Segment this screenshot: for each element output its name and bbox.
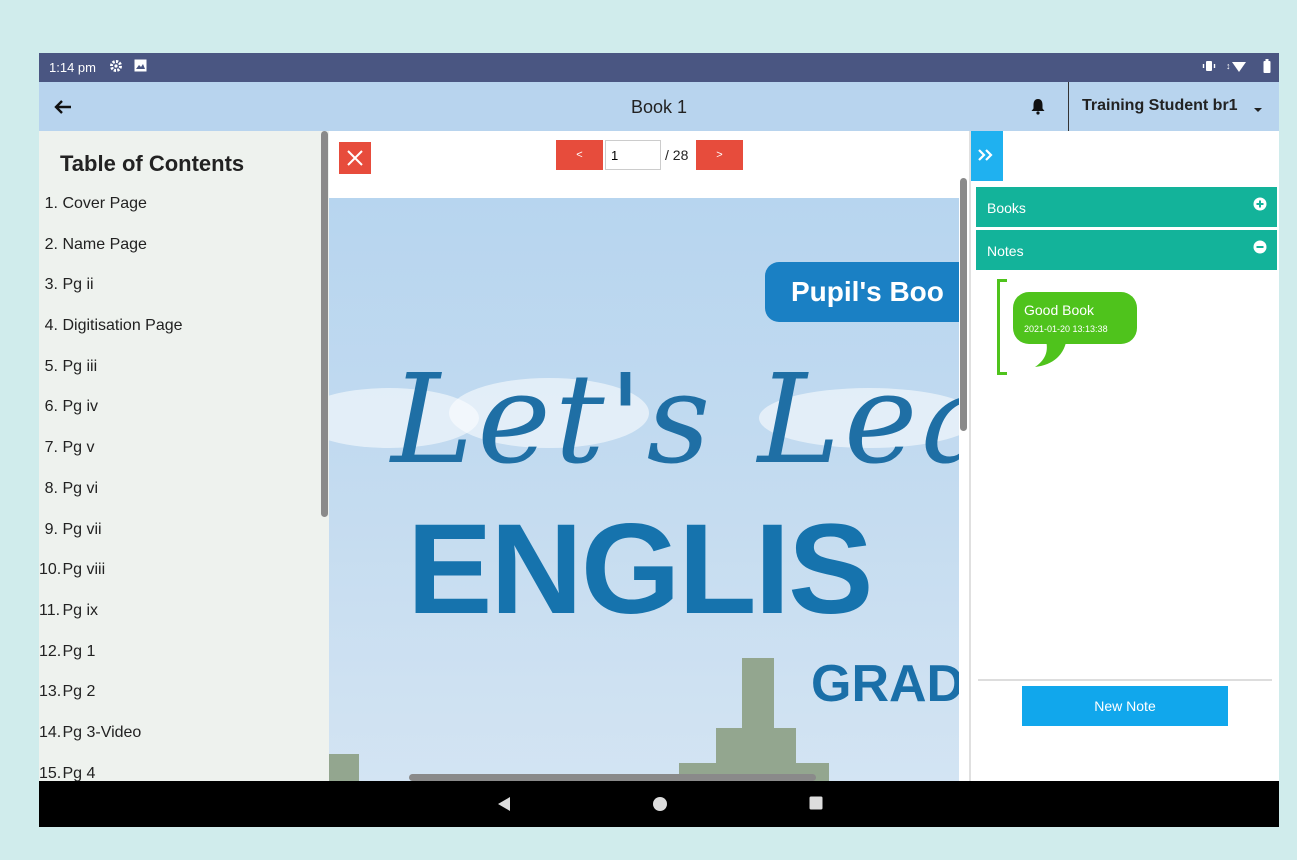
vibrate-icon bbox=[1202, 59, 1216, 76]
settings-notification-icon bbox=[109, 59, 123, 76]
toc-item[interactable]: 6. Pg iv bbox=[39, 398, 183, 439]
speech-bubble-tail bbox=[1035, 337, 1067, 367]
app-bar-divider bbox=[1068, 82, 1069, 131]
status-time: 1:14 pm bbox=[49, 60, 96, 75]
toc-scrollbar[interactable] bbox=[321, 131, 328, 517]
close-button[interactable] bbox=[339, 142, 371, 174]
collapse-panel-button[interactable] bbox=[971, 131, 1003, 181]
building-shape bbox=[329, 754, 359, 781]
note-date: 2021-01-20 13:13:38 bbox=[1024, 324, 1108, 334]
toc-item[interactable]: 12. Pg 1 bbox=[39, 643, 183, 684]
image-notification-icon bbox=[134, 59, 147, 75]
minus-circle-icon bbox=[1253, 240, 1267, 254]
next-page-button[interactable]: > bbox=[696, 140, 743, 170]
toc-item[interactable]: 7. Pg v bbox=[39, 439, 183, 480]
nav-recents-icon[interactable] bbox=[809, 796, 823, 815]
side-panel-divider bbox=[978, 679, 1272, 681]
viewer-vertical-scrollbar[interactable] bbox=[960, 178, 967, 431]
bell-icon[interactable] bbox=[1029, 97, 1047, 115]
toc-item[interactable]: 3. Pg ii bbox=[39, 276, 183, 317]
battery-icon bbox=[1263, 59, 1271, 76]
accordion-books[interactable]: Books bbox=[976, 187, 1277, 227]
svg-text:↕: ↕ bbox=[1226, 61, 1231, 71]
book-grade-label: GRAD bbox=[811, 655, 959, 713]
page-total: / 28 bbox=[665, 147, 689, 163]
toc-heading: Table of Contents bbox=[60, 151, 245, 176]
app-bar: Book 1 Training Student br1 bbox=[39, 82, 1279, 131]
accordion-notes-label: Notes bbox=[987, 243, 1024, 259]
page-number-input[interactable] bbox=[605, 140, 661, 170]
page-title: Book 1 bbox=[630, 97, 688, 117]
pupils-book-badge: Pupil's Boo bbox=[765, 262, 959, 322]
toc-item[interactable]: 4. Digitisation Page bbox=[39, 317, 183, 358]
table-of-contents-panel: Table of Contents 1. Cover Page 2. Name … bbox=[39, 131, 329, 781]
accordion-books-label: Books bbox=[987, 200, 1026, 216]
book-page-image: Pupil's Boo Let's Lear ENGLIS GRAD bbox=[329, 198, 959, 781]
toc-item[interactable]: 1. Cover Page bbox=[39, 195, 183, 236]
toc-list: 1. Cover Page 2. Name Page 3. Pg ii 4. D… bbox=[39, 195, 183, 781]
toc-item[interactable]: 5. Pg iii bbox=[39, 358, 183, 399]
plus-circle-icon bbox=[1253, 197, 1267, 211]
toc-item[interactable]: 14. Pg 3-Video bbox=[39, 724, 183, 765]
status-bar: 1:14 pm ↕ bbox=[39, 53, 1279, 82]
toc-item[interactable]: 15. Pg 4 bbox=[39, 765, 183, 781]
nav-home-icon[interactable] bbox=[652, 796, 668, 817]
note-bracket bbox=[997, 279, 1007, 375]
viewer-horizontal-scrollbar[interactable] bbox=[409, 774, 816, 781]
tablet-screen: 1:14 pm ↕ Book 1 Training Student br1 Ta… bbox=[39, 53, 1279, 827]
chevron-down-icon[interactable] bbox=[1253, 102, 1263, 112]
prev-page-button[interactable]: < bbox=[556, 140, 603, 170]
android-nav-bar bbox=[39, 781, 1279, 827]
book-main-title: ENGLIS bbox=[407, 498, 873, 641]
toc-item[interactable]: 13. Pg 2 bbox=[39, 683, 183, 724]
double-chevron-right-icon bbox=[978, 149, 993, 161]
note-title: Good Book bbox=[1024, 302, 1095, 318]
close-icon bbox=[347, 150, 363, 166]
wifi-icon: ↕ bbox=[1226, 59, 1246, 76]
toc-item[interactable]: 10. Pg viii bbox=[39, 561, 183, 602]
book-viewer: < / 28 > Pupil's Boo Let's Lear ENGLIS G… bbox=[329, 131, 969, 781]
new-note-button[interactable]: New Note bbox=[1022, 686, 1228, 726]
toc-item[interactable]: 9. Pg vii bbox=[39, 521, 183, 562]
toc-item[interactable]: 11. Pg ix bbox=[39, 602, 183, 643]
user-menu[interactable]: Training Student br1 bbox=[1082, 97, 1238, 115]
side-panel: Books Notes Good Book 2021-01-20 13:13:3… bbox=[969, 131, 1279, 781]
back-arrow-icon[interactable] bbox=[51, 95, 75, 119]
book-script-title: Let's Lear bbox=[391, 348, 959, 492]
toc-item[interactable]: 2. Name Page bbox=[39, 236, 183, 277]
toc-item[interactable]: 8. Pg vi bbox=[39, 480, 183, 521]
nav-back-icon[interactable] bbox=[497, 796, 511, 817]
accordion-notes[interactable]: Notes bbox=[976, 230, 1277, 270]
